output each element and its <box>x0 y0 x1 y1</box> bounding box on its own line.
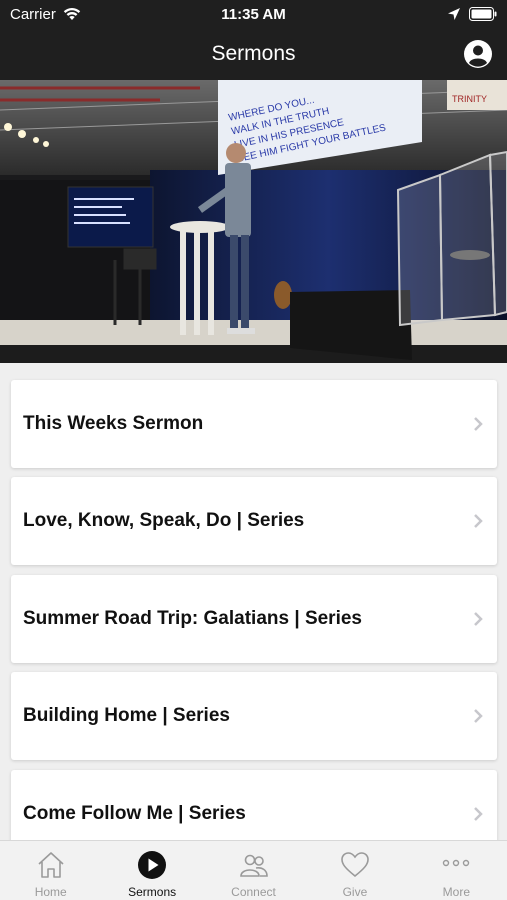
tab-label: Sermons <box>128 885 177 899</box>
sermon-card-label: Summer Road Trip: Galatians | Series <box>23 608 362 629</box>
tab-label: More <box>442 885 470 899</box>
battery-icon <box>469 7 497 21</box>
banner-text: TRINITY <box>452 94 487 104</box>
chevron-right-icon <box>474 417 483 431</box>
sermon-card-building-home[interactable]: Building Home | Series <box>11 672 497 760</box>
tab-label: Home <box>34 885 67 899</box>
sermon-card-come-follow-me[interactable]: Come Follow Me | Series <box>11 770 497 840</box>
chevron-right-icon <box>474 612 483 626</box>
chevron-right-icon <box>474 514 483 528</box>
status-bar: Carrier 11:35 AM <box>0 0 507 28</box>
hero-image: WHERE DO YOU... WALK IN THE TRUTH LIVE I… <box>0 80 507 363</box>
sermon-card-love-know[interactable]: Love, Know, Speak, Do | Series <box>11 477 497 565</box>
tab-label: Connect <box>231 885 276 899</box>
page-title: Sermons <box>211 42 296 65</box>
more-icon <box>443 859 470 867</box>
carrier-label: Carrier <box>10 5 56 23</box>
sermon-card-this-weeks[interactable]: This Weeks Sermon <box>11 380 497 468</box>
heart-icon <box>341 852 369 878</box>
home-icon <box>38 852 64 878</box>
chevron-right-icon <box>474 709 483 723</box>
status-left: Carrier <box>10 6 82 23</box>
play-icon <box>138 851 167 879</box>
tab-label: Give <box>342 885 368 899</box>
location-icon <box>448 8 460 20</box>
tab-home[interactable]: Home <box>0 841 101 900</box>
guitar <box>274 281 292 309</box>
stage-illustration: WHERE DO YOU... WALK IN THE TRUTH LIVE I… <box>0 80 507 363</box>
sermon-card-label: Come Follow Me | Series <box>23 803 246 824</box>
sermon-card-summer-road-trip[interactable]: Summer Road Trip: Galatians | Series <box>11 575 497 663</box>
sermon-card-label: Building Home | Series <box>23 705 230 726</box>
people-icon <box>239 854 268 877</box>
nav-bar: Sermons <box>0 28 507 80</box>
chevron-right-icon <box>474 807 483 821</box>
sermon-card-label: Love, Know, Speak, Do | Series <box>23 510 305 531</box>
profile-icon[interactable] <box>463 39 493 69</box>
sermon-list: This Weeks Sermon Love, Know, Speak, Do … <box>0 363 507 840</box>
tab-give[interactable]: Give <box>304 841 405 900</box>
sermon-card-label: This Weeks Sermon <box>23 413 204 434</box>
wifi-icon <box>63 7 81 20</box>
tab-more[interactable]: More <box>406 841 507 900</box>
tab-sermons[interactable]: Sermons <box>101 841 202 900</box>
confidence-monitor <box>67 186 154 248</box>
tab-connect[interactable]: Connect <box>203 841 304 900</box>
status-right <box>447 7 497 21</box>
stage-monitor <box>290 290 412 360</box>
tab-bar: Home Sermons Connect Give More <box>0 840 507 900</box>
